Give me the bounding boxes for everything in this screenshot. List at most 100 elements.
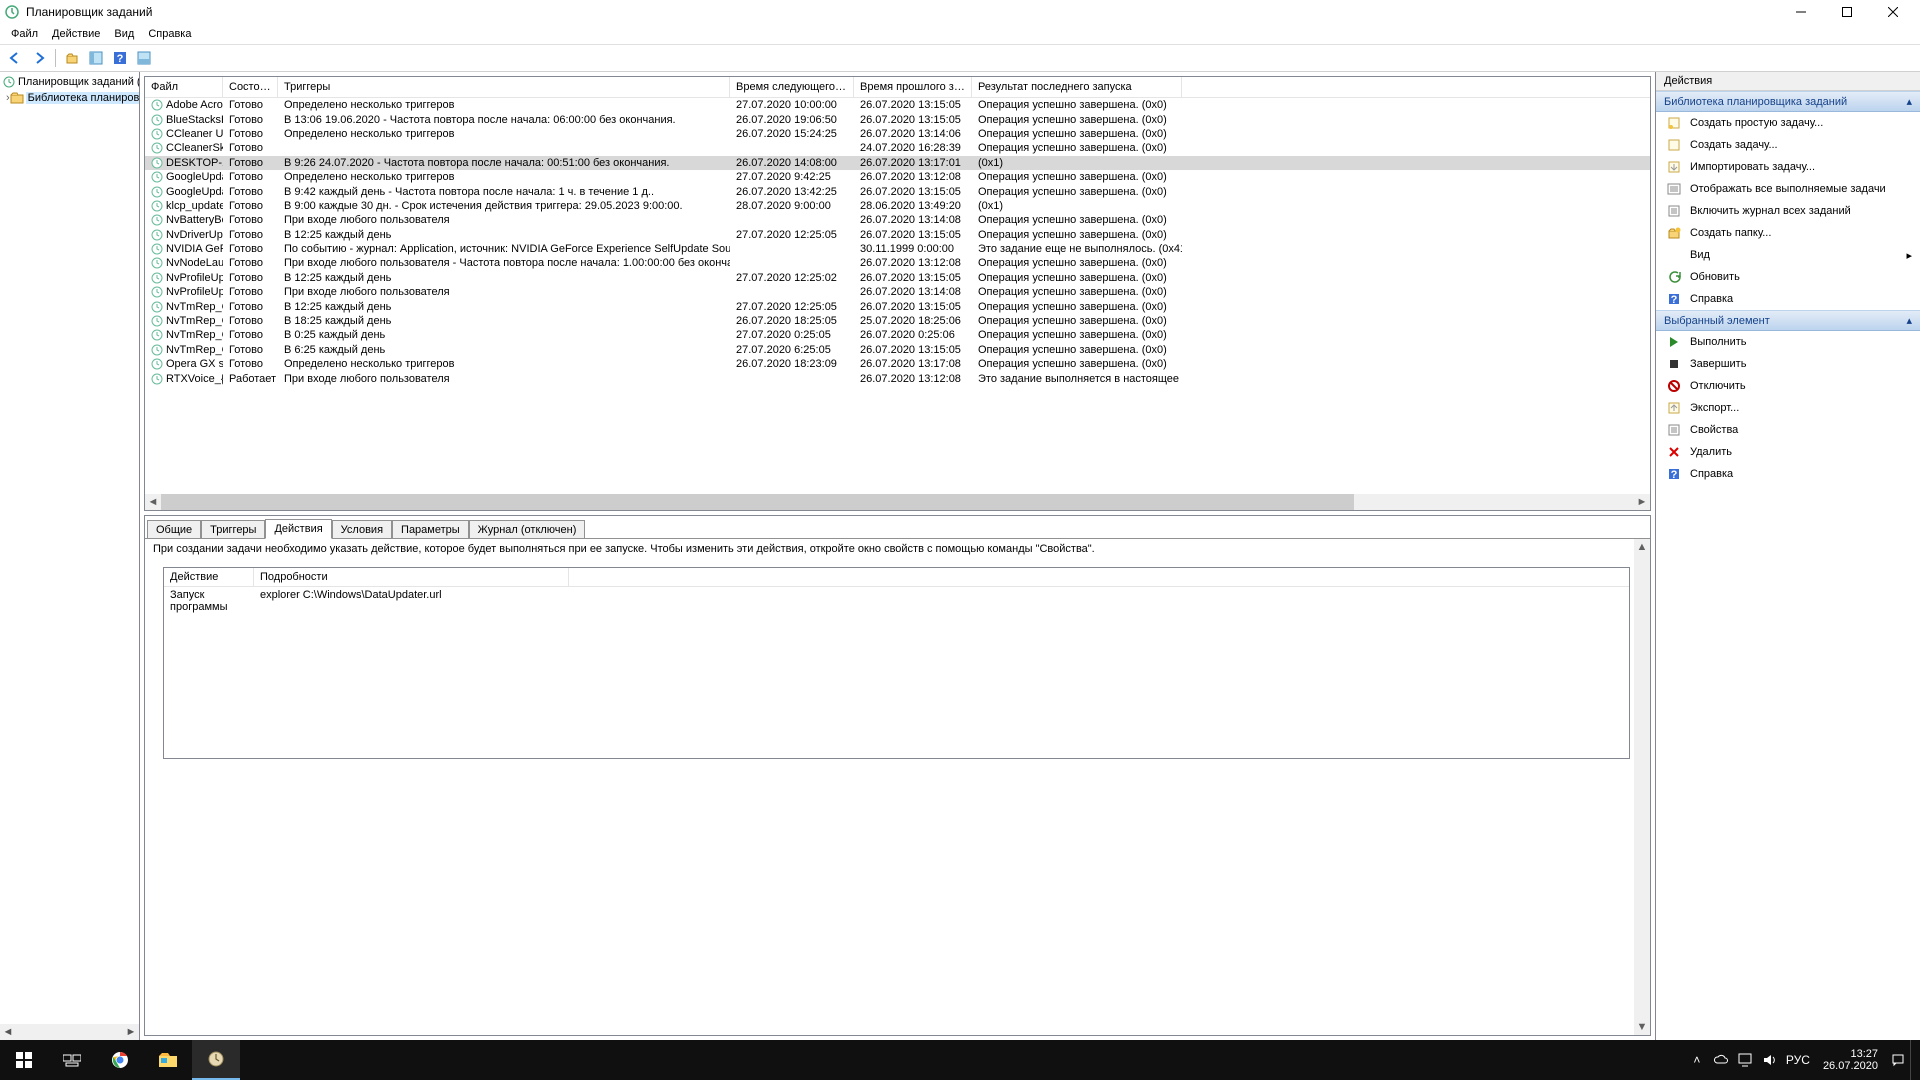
task-row[interactable]: NvTmRep_C...ГотовоВ 12:25 каждый день27.… [145, 299, 1650, 313]
up-button[interactable] [61, 47, 83, 69]
explorer-button[interactable] [144, 1040, 192, 1080]
tree-root[interactable]: Планировщик заданий (Лок [2, 74, 137, 90]
scroll-left-icon[interactable]: ◄ [145, 494, 161, 510]
tree-library[interactable]: › Библиотека планировщ [2, 90, 137, 106]
show-desktop-button[interactable] [1910, 1040, 1916, 1080]
task-row[interactable]: NvTmRep_C...ГотовоВ 0:25 каждый день27.0… [145, 328, 1650, 342]
task-state: Готово [223, 142, 278, 154]
action-item[interactable]: Включить журнал всех заданий [1656, 200, 1920, 222]
task-state: Готово [223, 272, 278, 284]
task-row[interactable]: GoogleUpda...ГотовоВ 9:42 каждый день - … [145, 184, 1650, 198]
tray-clock[interactable]: 13:27 26.07.2020 [1815, 1048, 1886, 1072]
task-row[interactable]: NvBatteryBo...ГотовоПри входе любого пол… [145, 213, 1650, 227]
help-button[interactable]: ? [109, 47, 131, 69]
task-row[interactable]: BlueStacksH...ГотовоВ 13:06 19.06.2020 -… [145, 112, 1650, 126]
acol-details[interactable]: Подробности [254, 568, 569, 586]
action-item[interactable]: Создать задачу... [1656, 134, 1920, 156]
scroll-left-icon[interactable]: ◄ [0, 1024, 16, 1040]
scroll-right-icon[interactable]: ► [1634, 494, 1650, 510]
tray-volume-icon[interactable] [1757, 1040, 1781, 1080]
action-item[interactable]: ?Справка [1656, 288, 1920, 310]
task-row[interactable]: NvDriverUp...ГотовоВ 12:25 каждый день27… [145, 228, 1650, 242]
action-item[interactable]: ?Справка [1656, 463, 1920, 485]
minimize-button[interactable] [1778, 0, 1824, 24]
tab-settings[interactable]: Параметры [392, 520, 469, 539]
tray-expand-icon[interactable]: ˄ [1685, 1040, 1709, 1080]
scroll-up-icon[interactable]: ▲ [1634, 539, 1650, 555]
chrome-button[interactable] [96, 1040, 144, 1080]
toolbar-details-icon[interactable] [133, 47, 155, 69]
action-item[interactable]: Отключить [1656, 375, 1920, 397]
action-item[interactable]: Выполнить [1656, 331, 1920, 353]
toolbar-pane-icon[interactable] [85, 47, 107, 69]
scroll-right-icon[interactable]: ► [123, 1024, 139, 1040]
hscroll-thumb[interactable] [161, 494, 1354, 510]
action-item[interactable]: Импортировать задачу... [1656, 156, 1920, 178]
tab-actions[interactable]: Действия [265, 519, 331, 539]
maximize-button[interactable] [1824, 0, 1870, 24]
task-row[interactable]: DESKTOP-18...ГотовоВ 9:26 24.07.2020 - Ч… [145, 156, 1650, 170]
action-item[interactable]: Вид▸ [1656, 244, 1920, 266]
task-row[interactable]: CCleaner Up...ГотовоОпределено несколько… [145, 127, 1650, 141]
task-result: (0x1) [972, 200, 1182, 212]
close-button[interactable] [1870, 0, 1916, 24]
task-row[interactable]: RTXVoice_{B...РаботаетПри входе любого п… [145, 371, 1650, 385]
actions-section-selected[interactable]: Выбранный элемент ▴ [1656, 310, 1920, 331]
task-row[interactable]: NvTmRep_C...ГотовоВ 6:25 каждый день27.0… [145, 343, 1650, 357]
action-item[interactable]: Создать простую задачу... [1656, 112, 1920, 134]
col-result[interactable]: Результат последнего запуска [972, 77, 1182, 97]
menu-action[interactable]: Действие [45, 26, 107, 42]
task-row[interactable]: NVIDIA GeF...ГотовоПо событию - журнал: … [145, 242, 1650, 256]
task-row[interactable]: NvProfileUp...ГотовоПри входе любого пол… [145, 285, 1650, 299]
task-hscroll[interactable]: ◄ ► [145, 494, 1650, 510]
action-item[interactable]: Удалить [1656, 441, 1920, 463]
action-row[interactable]: Запуск программы explorer C:\Windows\Dat… [164, 587, 1629, 615]
task-row[interactable]: klcp_updateГотовоВ 9:00 каждые 30 дн. - … [145, 199, 1650, 213]
action-item[interactable]: Создать папку... [1656, 222, 1920, 244]
start-button[interactable] [0, 1040, 48, 1080]
task-row[interactable]: GoogleUpda...ГотовоОпределено несколько … [145, 170, 1650, 184]
menu-help[interactable]: Справка [141, 26, 198, 42]
col-triggers[interactable]: Триггеры [278, 77, 730, 97]
col-state[interactable]: Состояние [223, 77, 278, 97]
task-row[interactable]: NvProfileUp...ГотовоВ 12:25 каждый день2… [145, 271, 1650, 285]
col-last[interactable]: Время прошлого запуска [854, 77, 972, 97]
task-last: 26.07.2020 13:14:08 [854, 286, 972, 298]
task-row[interactable]: NvNodeLau...ГотовоПри входе любого польз… [145, 256, 1650, 270]
collapse-icon[interactable]: ▴ [1906, 314, 1912, 327]
task-last: 26.07.2020 13:15:05 [854, 114, 972, 126]
tab-triggers[interactable]: Триггеры [201, 520, 265, 539]
detail-vscroll[interactable]: ▲ ▼ [1634, 539, 1650, 1035]
menu-view[interactable]: Вид [107, 26, 141, 42]
action-item[interactable]: Завершить [1656, 353, 1920, 375]
actions-section-library[interactable]: Библиотека планировщика заданий ▴ [1656, 91, 1920, 112]
scroll-down-icon[interactable]: ▼ [1634, 1019, 1650, 1035]
col-next[interactable]: Время следующего запуска [730, 77, 854, 97]
action-item[interactable]: Свойства [1656, 419, 1920, 441]
back-button[interactable] [4, 47, 26, 69]
tab-conditions[interactable]: Условия [332, 520, 392, 539]
tray-onedrive-icon[interactable] [1709, 1040, 1733, 1080]
forward-button[interactable] [28, 47, 50, 69]
tray-network-icon[interactable] [1733, 1040, 1757, 1080]
tray-notifications-icon[interactable] [1886, 1040, 1910, 1080]
task-view-button[interactable] [48, 1040, 96, 1080]
task-row[interactable]: CCleanerSki...Готово24.07.2020 16:28:39О… [145, 141, 1650, 155]
tab-general[interactable]: Общие [147, 520, 201, 539]
acol-action[interactable]: Действие [164, 568, 254, 586]
action-item[interactable]: Обновить [1656, 266, 1920, 288]
action-item[interactable]: Отображать все выполняемые задачи [1656, 178, 1920, 200]
collapse-icon[interactable]: ▴ [1906, 95, 1912, 108]
task-row[interactable]: NvTmRep_C...ГотовоВ 18:25 каждый день26.… [145, 314, 1650, 328]
tray-language[interactable]: РУС [1781, 1040, 1815, 1080]
task-row[interactable]: Opera GX sc...ГотовоОпределено несколько… [145, 357, 1650, 371]
tab-history[interactable]: Журнал (отключен) [469, 520, 586, 539]
task-row[interactable]: Adobe Acro...ГотовоОпределено несколько … [145, 98, 1650, 112]
action-item[interactable]: Экспорт... [1656, 397, 1920, 419]
task-last: 26.07.2020 13:15:05 [854, 272, 972, 284]
scheduler-button[interactable] [192, 1040, 240, 1080]
col-name[interactable]: Файл [145, 77, 223, 97]
tree-hscroll[interactable]: ◄ ► [0, 1024, 139, 1040]
task-result: Операция успешно завершена. (0x0) [972, 114, 1182, 126]
menu-file[interactable]: Файл [4, 26, 45, 42]
